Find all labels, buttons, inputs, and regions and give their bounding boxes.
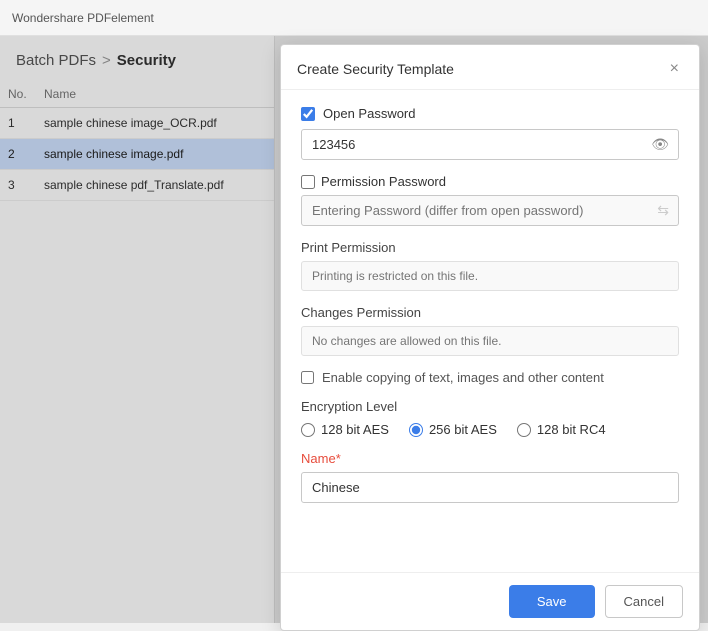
- save-button[interactable]: Save: [509, 585, 595, 618]
- changes-permission-label: Changes Permission: [301, 305, 679, 320]
- print-permission-label: Print Permission: [301, 240, 679, 255]
- radio-256aes: 256 bit AES: [409, 422, 497, 437]
- modal-title: Create Security Template: [297, 61, 454, 77]
- app-title: Wondershare PDFelement: [12, 11, 154, 25]
- radio-128rc4: 128 bit RC4: [517, 422, 606, 437]
- permission-password-input: [301, 195, 679, 226]
- radio-128aes-input[interactable]: [301, 423, 315, 437]
- permission-password-label: Permission Password: [321, 174, 446, 189]
- changes-permission-section: Changes Permission: [301, 305, 679, 356]
- title-bar: Wondershare PDFelement: [0, 0, 708, 36]
- permission-password-section: Permission Password ⇆: [301, 174, 679, 226]
- encryption-level-label: Encryption Level: [301, 399, 679, 414]
- cancel-button[interactable]: Cancel: [605, 585, 683, 618]
- permission-password-input-wrapper: ⇆: [301, 195, 679, 226]
- radio-128rc4-input[interactable]: [517, 423, 531, 437]
- changes-permission-input: [301, 326, 679, 356]
- modal-body: Open Password 👁 Permission Password: [281, 90, 699, 572]
- name-section: Name*: [301, 451, 679, 503]
- enable-copying-checkbox[interactable]: [301, 371, 314, 384]
- modal-overlay: Create Security Template × Open Password…: [0, 36, 708, 623]
- open-password-section: Open Password 👁: [301, 106, 679, 160]
- encryption-level-section: Encryption Level 128 bit AES 256 bit AES: [301, 399, 679, 437]
- encryption-radio-group: 128 bit AES 256 bit AES 128 bit RC4: [301, 422, 679, 437]
- eye-icon[interactable]: 👁: [651, 136, 669, 153]
- radio-128aes-label: 128 bit AES: [321, 422, 389, 437]
- open-password-input-wrapper: 👁: [301, 129, 679, 160]
- permission-password-checkbox-row: Permission Password: [301, 174, 679, 189]
- open-password-label: Open Password: [323, 106, 416, 121]
- open-password-checkbox[interactable]: [301, 107, 315, 121]
- radio-256aes-label: 256 bit AES: [429, 422, 497, 437]
- modal-footer: Save Cancel: [281, 572, 699, 630]
- print-permission-input: [301, 261, 679, 291]
- name-label: Name*: [301, 451, 679, 466]
- create-security-modal: Create Security Template × Open Password…: [280, 44, 700, 631]
- radio-256aes-input[interactable]: [409, 423, 423, 437]
- radio-128rc4-label: 128 bit RC4: [537, 422, 606, 437]
- name-required-mark: *: [336, 451, 341, 466]
- open-password-checkbox-row: Open Password: [301, 106, 679, 121]
- permission-password-checkbox[interactable]: [301, 175, 315, 189]
- main-container: Batch PDFs > Security No. Name 1sample c…: [0, 36, 708, 623]
- enable-copying-row: Enable copying of text, images and other…: [301, 370, 679, 385]
- print-permission-section: Print Permission: [301, 240, 679, 291]
- modal-header: Create Security Template ×: [281, 45, 699, 90]
- open-password-input[interactable]: [301, 129, 679, 160]
- enable-copying-label: Enable copying of text, images and other…: [322, 370, 604, 385]
- name-input[interactable]: [301, 472, 679, 503]
- permission-eye-icon: ⇆: [657, 202, 669, 219]
- radio-128aes: 128 bit AES: [301, 422, 389, 437]
- close-button[interactable]: ×: [666, 59, 683, 79]
